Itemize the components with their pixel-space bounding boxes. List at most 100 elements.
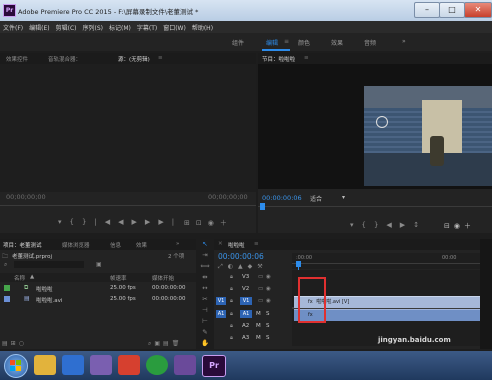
explorer-taskbar-icon[interactable]: [34, 355, 56, 375]
timeline-toolbar[interactable]: ⤢◐▲◆⚒: [218, 263, 268, 271]
source-scrubber[interactable]: [0, 205, 256, 206]
app-taskbar-icon[interactable]: [90, 355, 112, 375]
lock-icon[interactable]: 🔒︎: [230, 323, 233, 330]
mute-button[interactable]: M: [256, 311, 261, 317]
project-item-row[interactable]: ▤ 啦啦啦.avi 25.00 fps 00:00:00:00: [0, 294, 196, 305]
track-select-tool-icon[interactable]: ⇥: [198, 250, 212, 261]
chevron-down-icon[interactable]: ▾: [342, 194, 345, 201]
project-footer-actions[interactable]: ⌕▣▤🗑: [148, 340, 182, 348]
menu-marker[interactable]: 标记(M): [109, 23, 131, 32]
menu-clip[interactable]: 剪辑(C): [56, 23, 77, 32]
menu-edit[interactable]: 编辑(E): [29, 23, 49, 32]
solo-button[interactable]: S: [266, 335, 270, 341]
lock-icon[interactable]: 🔒︎: [230, 274, 233, 281]
sort-up-icon[interactable]: ▲: [30, 274, 34, 280]
slip-tool-icon[interactable]: ⊣: [198, 305, 212, 316]
search-input[interactable]: [14, 261, 84, 268]
track-header-a2[interactable]: 🔒︎ A2 M S: [214, 321, 292, 332]
workspace-menu-icon[interactable]: ≡: [284, 38, 289, 45]
timeline-menu-icon[interactable]: ≡: [254, 241, 259, 247]
program-transport-controls[interactable]: ▾{}◀▶↕: [350, 221, 427, 229]
lock-icon[interactable]: 🔒︎: [230, 286, 233, 293]
search-icon[interactable]: ⌕: [4, 261, 7, 269]
sync-lock-icon[interactable]: ▭: [258, 274, 263, 280]
project-footer-tools[interactable]: ▤⊞○: [2, 340, 27, 347]
menu-help[interactable]: 帮助(H): [192, 23, 213, 32]
track-header-a1[interactable]: A1 🔒︎ A1 M S: [214, 309, 292, 320]
sync-lock-icon[interactable]: ▭: [258, 298, 263, 304]
track-label-v1[interactable]: V1: [240, 297, 252, 305]
slide-tool-icon[interactable]: ⊢: [198, 316, 212, 327]
source-transport-controls[interactable]: ▾{}|◀◀▶▶▶|: [58, 218, 182, 226]
column-media-start[interactable]: 媒体开始: [152, 274, 174, 282]
media-player-taskbar-icon[interactable]: [62, 355, 84, 375]
rolling-edit-tool-icon[interactable]: ⇹: [198, 272, 212, 283]
source-menu-icon[interactable]: ≡: [158, 55, 163, 61]
workspace-audio[interactable]: 音频: [364, 38, 376, 47]
close-button[interactable]: ✕: [464, 2, 492, 18]
rate-stretch-tool-icon[interactable]: ↔: [198, 283, 212, 294]
track-label-a1[interactable]: A1: [240, 310, 252, 318]
razor-tool-icon[interactable]: ✂: [198, 294, 212, 305]
ripple-edit-tool-icon[interactable]: ⟺: [198, 261, 212, 272]
tab-source[interactable]: 源：(无剪辑): [118, 55, 150, 63]
eye-icon[interactable]: ◉: [266, 298, 271, 304]
browser-taskbar-icon[interactable]: [146, 355, 168, 375]
column-frame-rate[interactable]: 帧速率: [110, 274, 127, 282]
tab-project[interactable]: 项目：老董测试: [3, 241, 42, 249]
tab-effect-controls[interactable]: 效果控件: [6, 55, 28, 63]
column-name[interactable]: 名称: [14, 274, 25, 282]
tab-sequence[interactable]: 啦啦啦: [228, 241, 245, 249]
app-taskbar-icon[interactable]: [174, 355, 196, 375]
menu-file[interactable]: 文件(F): [3, 23, 23, 32]
program-menu-icon[interactable]: ≡: [304, 55, 309, 61]
track-header-v3[interactable]: 🔒︎ V3 ▭ ◉: [214, 272, 292, 283]
app-taskbar-icon[interactable]: [118, 355, 140, 375]
mute-button[interactable]: M: [256, 323, 261, 329]
track-header-a3[interactable]: 🔒︎ A3 M S: [214, 333, 292, 344]
lock-icon[interactable]: 🔒︎: [230, 298, 233, 305]
pen-tool-icon[interactable]: ✎: [198, 327, 212, 338]
program-playhead[interactable]: [260, 203, 265, 210]
tab-info[interactable]: 信息: [110, 241, 121, 249]
solo-button[interactable]: S: [266, 323, 270, 329]
lock-icon[interactable]: 🔒︎: [230, 335, 233, 342]
lock-icon[interactable]: 🔒︎: [230, 311, 233, 318]
timeline-ruler[interactable]: :00:00 00:00: [292, 253, 492, 269]
track-header-v2[interactable]: 🔒︎ V2 ▭ ◉: [214, 284, 292, 295]
project-item-row[interactable]: ⧉ 啦啦啦 25.00 fps 00:00:00:00: [0, 283, 196, 294]
menu-window[interactable]: 窗口(W): [163, 23, 186, 32]
program-fit-label[interactable]: 适合: [310, 194, 322, 203]
workspace-color[interactable]: 颜色: [298, 38, 310, 47]
source-patch-a1[interactable]: A1: [216, 310, 226, 318]
sync-lock-icon[interactable]: ▭: [258, 286, 263, 292]
workspace-effects[interactable]: 效果: [331, 38, 343, 47]
hand-tool-icon[interactable]: ✋: [198, 338, 212, 349]
new-bin-icon[interactable]: ▣: [96, 261, 102, 268]
solo-button[interactable]: S: [266, 311, 270, 317]
program-scrubber[interactable]: [258, 206, 492, 207]
selection-tool-icon[interactable]: ↖: [198, 239, 212, 250]
eye-icon[interactable]: ◉: [266, 274, 271, 280]
close-icon[interactable]: ✕: [218, 241, 223, 247]
tab-media-browser[interactable]: 媒体浏览器: [62, 241, 90, 249]
workspace-overflow[interactable]: »: [402, 38, 406, 45]
timeline-timecode[interactable]: 00:00:00:06: [218, 252, 264, 261]
program-export-controls[interactable]: ⊟◉＋: [444, 221, 475, 231]
tabs-overflow[interactable]: »: [176, 241, 179, 247]
mute-button[interactable]: M: [256, 335, 261, 341]
maximize-button[interactable]: □: [439, 2, 465, 18]
source-patch-v1[interactable]: V1: [216, 297, 226, 305]
start-button[interactable]: [4, 354, 28, 378]
eye-icon[interactable]: ◉: [266, 286, 271, 292]
premiere-taskbar-icon[interactable]: Pr: [202, 355, 226, 377]
tab-effects[interactable]: 效果: [136, 241, 147, 249]
menu-title[interactable]: 字幕(T): [137, 23, 157, 32]
tab-program[interactable]: 节目：啦啦啦: [262, 55, 295, 63]
workspace-editing[interactable]: 编辑: [266, 38, 278, 47]
tab-audio-mixer[interactable]: 音轨混合器：: [48, 55, 81, 63]
workspace-assembly[interactable]: 组件: [232, 38, 244, 47]
track-header-v1[interactable]: V1 🔒︎ V1 ▭ ◉: [214, 296, 292, 307]
source-insert-controls[interactable]: ⊞⊡◉＋: [184, 218, 233, 228]
minimize-button[interactable]: –: [414, 2, 440, 18]
